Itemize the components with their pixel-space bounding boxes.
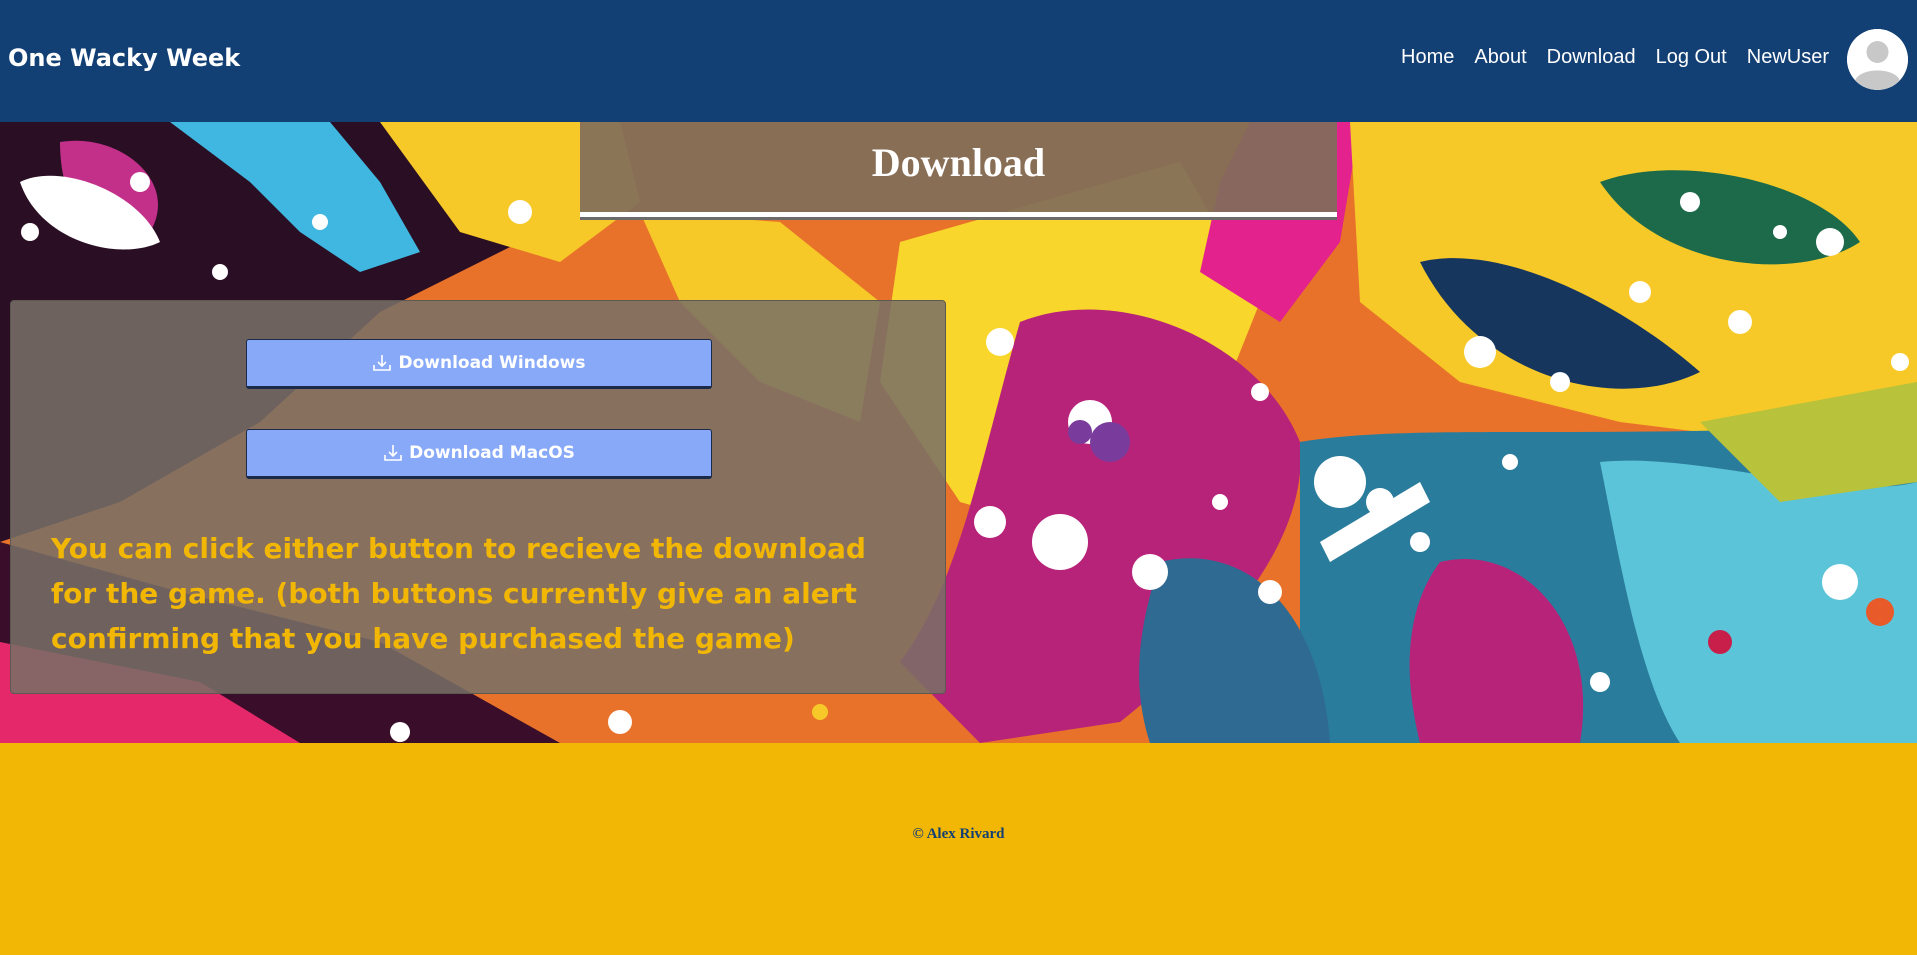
copyright-text: © Alex Rivard: [912, 826, 1005, 842]
download-macos-button[interactable]: Download MacOS: [246, 429, 712, 479]
nav-link-logout[interactable]: Log Out: [1656, 46, 1727, 69]
download-icon: [372, 353, 392, 373]
nav-link-username[interactable]: NewUser: [1747, 46, 1829, 69]
download-note: You can click either button to recieve t…: [51, 532, 866, 655]
nav-link-download[interactable]: Download: [1547, 46, 1636, 69]
download-windows-label: Download Windows: [398, 353, 586, 373]
nav-link-home[interactable]: Home: [1401, 46, 1454, 69]
navbar: One Wacky Week Home About Download Log O…: [0, 0, 1917, 122]
site-brand[interactable]: One Wacky Week: [8, 44, 240, 72]
nav-link-about[interactable]: About: [1474, 46, 1526, 69]
title-divider: [580, 212, 1337, 220]
page-title: Download: [871, 139, 1046, 185]
download-panel: Download Windows Download MacOS You can …: [10, 300, 946, 694]
download-macos-label: Download MacOS: [409, 443, 575, 463]
footer: © Alex Rivard: [0, 743, 1917, 955]
nav-links: Home About Download Log Out NewUser: [1401, 46, 1829, 69]
download-windows-button[interactable]: Download Windows: [246, 339, 712, 389]
download-icon: [383, 443, 403, 463]
hero-section: Download Download Windows Download MacOS…: [0, 122, 1917, 743]
page-title-banner: Download: [580, 122, 1337, 212]
user-avatar-icon[interactable]: [1847, 29, 1908, 90]
